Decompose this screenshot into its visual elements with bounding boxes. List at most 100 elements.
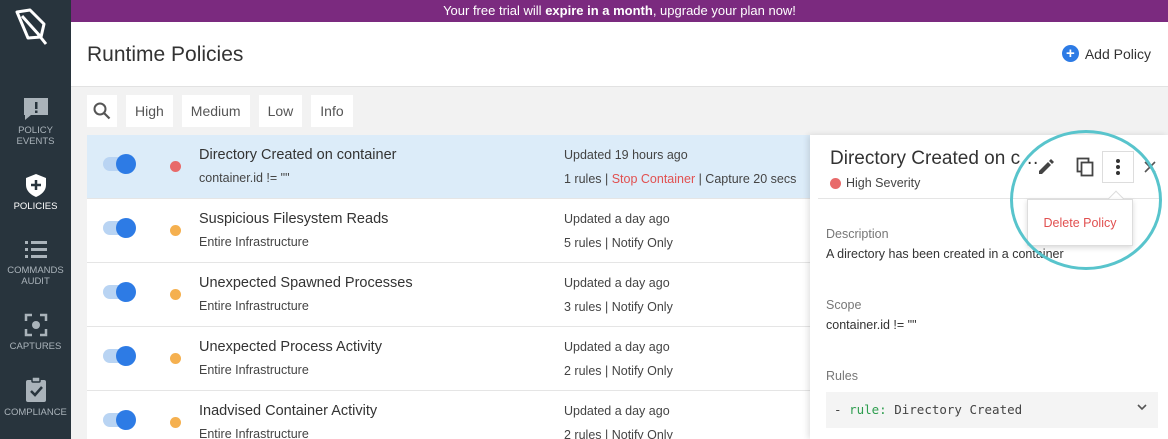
toggle-knob: [116, 410, 136, 430]
policy-row[interactable]: Unexpected Spawned Processes Entire Infr…: [87, 263, 810, 327]
nav-label: EVENTS: [16, 136, 55, 147]
enabled-toggle[interactable]: [103, 346, 136, 366]
severity-dot-medium: [170, 289, 181, 300]
close-button[interactable]: [1138, 155, 1162, 179]
nav-policies[interactable]: POLICIES: [0, 172, 71, 212]
more-vertical-icon: [1116, 159, 1120, 175]
policy-updated: Updated a day ago: [564, 212, 670, 226]
stop-container-action: Stop Container: [611, 172, 696, 186]
policy-name: Suspicious Filesystem Reads: [199, 211, 389, 227]
rule-item[interactable]: - rule: Directory Created: [826, 392, 1158, 428]
more-options-button[interactable]: [1102, 151, 1134, 183]
nav-captures[interactable]: CAPTURES: [0, 312, 71, 352]
copy-icon: [1076, 157, 1094, 177]
severity-dot-medium: [170, 417, 181, 428]
nav-commands-audit[interactable]: COMMANDS AUDIT: [0, 238, 71, 287]
close-icon: [1144, 161, 1156, 173]
search-button[interactable]: [87, 95, 117, 127]
policy-detail-panel: Directory Created on container High Seve…: [810, 135, 1168, 439]
logo[interactable]: [10, 6, 50, 46]
nav-label: CAPTURES: [9, 341, 62, 352]
nav-policy-events[interactable]: POLICY EVENTS: [0, 96, 71, 147]
policy-updated: Updated a day ago: [564, 276, 670, 290]
policy-scope: container.id != "": [199, 171, 290, 185]
toggle-knob: [116, 282, 136, 302]
toggle-knob: [116, 218, 136, 238]
panel-title: Directory Created on container: [830, 148, 1040, 169]
scope-value: container.id != "": [826, 318, 917, 332]
actions-text: 1 rules |: [564, 172, 612, 186]
add-policy-label: Add Policy: [1084, 45, 1151, 62]
policy-row[interactable]: Unexpected Process Activity Entire Infra…: [87, 327, 810, 391]
policy-name: Unexpected Spawned Processes: [199, 275, 413, 291]
plus-circle-icon: +: [1061, 45, 1079, 62]
nav-label: COMMANDS: [7, 265, 64, 276]
policy-name: Unexpected Process Activity: [199, 339, 382, 355]
severity-dot-high: [170, 161, 181, 172]
policy-updated: Updated a day ago: [564, 404, 670, 418]
severity-dot-medium: [170, 225, 181, 236]
filter-low[interactable]: Low: [258, 95, 303, 127]
severity-dot-medium: [170, 353, 181, 364]
nav-label: AUDIT: [21, 276, 50, 287]
policy-list: Directory Created on container container…: [87, 135, 810, 439]
rule-name: Directory Created: [886, 402, 1023, 417]
sidebar: POLICY EVENTS POLICIES COMMANDS AUDIT CA…: [0, 0, 71, 439]
policy-actions: 1 rules | Stop Container | Capture 20 se…: [564, 172, 796, 186]
severity-dot-high: [830, 177, 841, 189]
policy-row[interactable]: Directory Created on container container…: [87, 135, 810, 199]
policy-actions: 5 rules | Notify Only: [564, 236, 673, 250]
pencil-icon: [1039, 159, 1054, 174]
enabled-toggle[interactable]: [103, 154, 136, 174]
page-title: Runtime Policies: [87, 43, 244, 66]
duplicate-button[interactable]: [1073, 155, 1097, 179]
policy-row[interactable]: Suspicious Filesystem Reads Entire Infra…: [87, 199, 810, 263]
search-icon: [93, 102, 111, 120]
severity-label: High Severity: [846, 176, 921, 190]
description-label: Description: [826, 227, 889, 241]
nav-label: POLICIES: [13, 201, 58, 212]
enabled-toggle[interactable]: [103, 218, 136, 238]
filter-info[interactable]: Info: [311, 95, 353, 127]
chevron-down-icon[interactable]: [1136, 402, 1148, 412]
policy-scope: Entire Infrastructure: [199, 363, 309, 377]
nav-label: COMPLIANCE: [4, 407, 67, 418]
actions-text: | Capture 20 secs: [695, 172, 797, 186]
banner-text: Your free trial will: [443, 3, 546, 18]
rule-prefix: -: [834, 402, 850, 417]
policy-name: Directory Created on container: [199, 147, 397, 163]
policy-row[interactable]: Inadvised Container Activity Entire Infr…: [87, 391, 810, 439]
rules-label: Rules: [826, 369, 858, 383]
severity-indicator: High Severity: [830, 176, 920, 190]
edit-button[interactable]: [1034, 155, 1058, 179]
policy-updated: Updated a day ago: [564, 340, 670, 354]
policy-scope: Entire Infrastructure: [199, 427, 309, 439]
nav-compliance[interactable]: COMPLIANCE: [0, 376, 71, 418]
capture-icon: [24, 313, 47, 337]
policy-name: Inadvised Container Activity: [199, 403, 378, 419]
policy-actions: 2 rules | Notify Only: [564, 428, 673, 439]
page-header: Runtime Policies + Add Policy: [71, 22, 1168, 87]
list-icon: [24, 241, 47, 258]
trial-banner[interactable]: Your free trial will expire in a month, …: [71, 0, 1168, 22]
enabled-toggle[interactable]: [103, 410, 136, 430]
toggle-knob: [116, 346, 136, 366]
nav-label: POLICY: [18, 125, 53, 136]
rule-keyword: rule:: [849, 402, 887, 417]
toggle-knob: [116, 154, 136, 174]
policy-updated: Updated 19 hours ago: [564, 148, 688, 162]
filter-high[interactable]: High: [126, 95, 173, 127]
filter-medium[interactable]: Medium: [181, 95, 250, 127]
shield-plus-icon: [25, 174, 46, 197]
scope-label: Scope: [826, 298, 862, 312]
alert-message-icon: [23, 98, 48, 120]
delete-policy-menu-item[interactable]: Delete Policy: [1027, 199, 1133, 246]
severity-filter-bar: High Medium Low Info: [87, 95, 353, 127]
banner-bold-text: expire in a month: [545, 3, 653, 18]
policy-scope: Entire Infrastructure: [199, 299, 309, 313]
policy-scope: Entire Infrastructure: [199, 235, 309, 249]
enabled-toggle[interactable]: [103, 282, 136, 302]
add-policy-button[interactable]: + Add Policy: [1061, 45, 1151, 62]
policy-actions: 3 rules | Notify Only: [564, 300, 673, 314]
banner-text: , upgrade your plan now!: [652, 3, 796, 18]
